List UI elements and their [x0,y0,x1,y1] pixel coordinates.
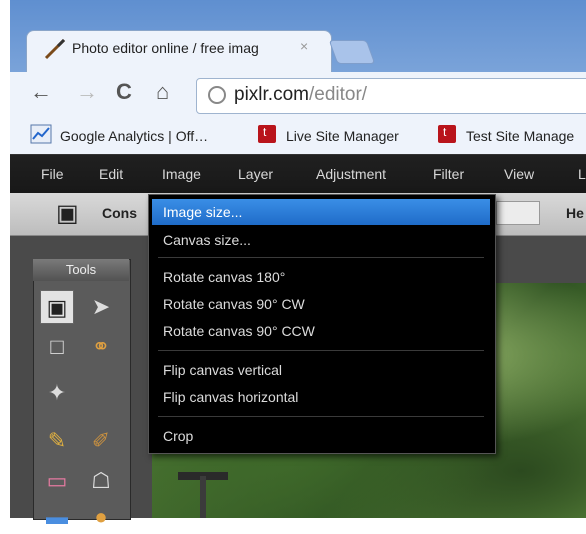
pixlr-favicon-icon [44,38,66,60]
photo-pole [200,476,206,518]
bucket-tool-icon[interactable]: ☖ [84,464,118,498]
menu-layer[interactable]: Layer [238,166,273,182]
tab-close-icon[interactable]: × [300,38,308,54]
menu-filter[interactable]: Filter [433,166,464,182]
menu-item-flip-vertical[interactable]: Flip canvas vertical [152,357,490,383]
eraser-tool-icon[interactable]: ▭ [40,464,74,498]
menu-item-canvas-size[interactable]: Canvas size... [152,227,490,253]
menu-edit[interactable]: Edit [99,166,123,182]
menu-adjustment[interactable]: Adjustment [316,166,386,182]
menu-separator [158,416,484,417]
menu-separator [158,257,484,258]
width-input[interactable] [496,201,540,225]
url-path: /editor/ [308,84,368,105]
constrain-label: Cons [102,205,137,221]
brush-tool-icon[interactable]: ✐ [84,424,118,458]
crop-icon: ▣ [56,200,79,227]
menu-view[interactable]: View [504,166,534,182]
menu-more[interactable]: L [578,166,586,182]
menu-image[interactable]: Image [162,166,201,182]
bookmark-google-analytics[interactable]: Google Analytics | Off… [60,128,208,144]
url-host: pixlr.com [234,84,309,105]
analytics-icon [30,124,52,144]
gradient-tool-icon[interactable]: ▬ [40,500,74,534]
stamp-tool-icon[interactable]: ● [84,500,118,534]
pencil-tool-icon[interactable]: ✎ [40,424,74,458]
menu-item-rotate-90-ccw[interactable]: Rotate canvas 90° CCW [152,318,490,344]
menu-item-crop[interactable]: Crop [152,423,490,449]
bookmark-live-site-manager[interactable]: Live Site Manager [286,128,399,144]
bookmark-test-site-manager[interactable]: Test Site Manage [466,128,574,144]
reload-icon[interactable]: C [116,79,132,105]
menu-item-image-size[interactable]: Image size... [152,199,490,225]
tools-title: Tools [33,259,129,281]
menu-item-rotate-180[interactable]: Rotate canvas 180° [152,264,490,290]
app-menubar [10,155,586,193]
test-site-icon [438,125,456,143]
globe-icon [208,86,226,104]
menu-separator [158,350,484,351]
url-text[interactable]: pixlr.com/editor/ [234,84,367,106]
menu-item-rotate-90-cw[interactable]: Rotate canvas 90° CW [152,291,490,317]
menu-file[interactable]: File [41,166,64,182]
marquee-tool-icon[interactable]: □ [40,330,74,364]
move-tool-icon[interactable]: ➤ [84,290,118,324]
back-icon[interactable]: ← [30,79,52,105]
home-icon[interactable]: ⌂ [156,79,169,105]
live-site-icon [258,125,276,143]
forward-icon[interactable]: → [76,79,98,105]
lasso-tool-icon[interactable]: ⚭ [84,330,118,364]
crop-tool-icon[interactable]: ▣ [40,290,74,324]
tab-title: Photo editor online / free imag [72,40,259,56]
wand-tool-icon[interactable]: ✦ [40,376,74,410]
height-label: He [566,205,584,221]
menu-item-flip-horizontal[interactable]: Flip canvas horizontal [152,384,490,410]
